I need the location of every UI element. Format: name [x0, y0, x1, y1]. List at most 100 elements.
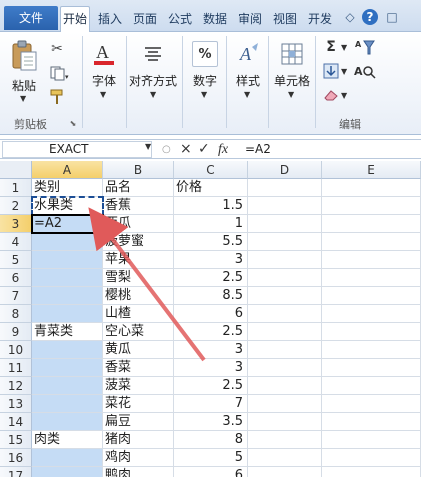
row-header-10[interactable]: 10	[0, 341, 32, 359]
column-header-a[interactable]: A	[32, 161, 103, 179]
column-header-e[interactable]: E	[322, 161, 421, 179]
alignment-dropdown-icon[interactable]: ▼	[150, 90, 156, 99]
cell-c5[interactable]: 3	[174, 251, 248, 269]
cell-b16[interactable]: 鸡肉	[103, 449, 174, 467]
cell-e2[interactable]	[322, 197, 421, 215]
cell-c15[interactable]: 8	[174, 431, 248, 449]
cell-d13[interactable]	[248, 395, 322, 413]
autosum-icon[interactable]: Σ	[322, 38, 340, 56]
format-painter-icon[interactable]	[48, 88, 66, 106]
styles-icon[interactable]: A	[235, 41, 261, 67]
cell-c14[interactable]: 3.5	[174, 413, 248, 431]
cell-d12[interactable]	[248, 377, 322, 395]
copy-icon[interactable]: ▾	[48, 64, 70, 82]
font-dropdown-icon[interactable]: ▼	[100, 90, 106, 99]
insert-function-icon[interactable]: fx	[218, 141, 228, 158]
tab-review[interactable]: 审阅	[235, 8, 265, 30]
cell-b15[interactable]: 猪肉	[103, 431, 174, 449]
cell-b11[interactable]: 香菜	[103, 359, 174, 377]
cell-d11[interactable]	[248, 359, 322, 377]
cell-a6[interactable]	[32, 269, 103, 287]
cells-icon[interactable]	[279, 41, 305, 67]
styles-button[interactable]: 样式	[233, 72, 263, 89]
row-header-7[interactable]: 7	[0, 287, 32, 305]
cell-a2[interactable]: 水果类	[32, 197, 103, 215]
cell-e5[interactable]	[322, 251, 421, 269]
styles-dropdown-icon[interactable]: ▼	[244, 90, 250, 99]
cell-c9[interactable]: 2.5	[174, 323, 248, 341]
cell-e16[interactable]	[322, 449, 421, 467]
cell-e13[interactable]	[322, 395, 421, 413]
row-header-3[interactable]: 3	[0, 215, 32, 233]
cells-button[interactable]: 单元格	[271, 72, 313, 89]
cell-c3[interactable]: 1	[174, 215, 248, 233]
cell-a12[interactable]	[32, 377, 103, 395]
number-format-icon[interactable]: %	[192, 41, 218, 67]
row-header-4[interactable]: 4	[0, 233, 32, 251]
alignment-icon[interactable]	[141, 42, 165, 66]
cell-b17[interactable]: 鸭肉	[103, 467, 174, 477]
cell-e6[interactable]	[322, 269, 421, 287]
cell-c1[interactable]: 价格	[174, 179, 248, 197]
fill-icon[interactable]	[322, 62, 340, 80]
cell-a13[interactable]	[32, 395, 103, 413]
formula-bar-resize-icon[interactable]: ○	[162, 141, 171, 158]
cell-d16[interactable]	[248, 449, 322, 467]
column-header-d[interactable]: D	[248, 161, 322, 179]
cell-e10[interactable]	[322, 341, 421, 359]
row-header-17[interactable]: 17	[0, 467, 32, 477]
column-header-b[interactable]: B	[103, 161, 174, 179]
cell-d5[interactable]	[248, 251, 322, 269]
cell-e8[interactable]	[322, 305, 421, 323]
tab-page-layout[interactable]: 页面	[130, 8, 160, 30]
sort-filter-icon[interactable]: A	[354, 38, 376, 58]
cell-d6[interactable]	[248, 269, 322, 287]
tab-data[interactable]: 数据	[200, 8, 230, 30]
minimize-ribbon-icon[interactable]: ◇	[342, 9, 358, 25]
row-header-9[interactable]: 9	[0, 323, 32, 341]
cell-c7[interactable]: 8.5	[174, 287, 248, 305]
cancel-icon[interactable]: ×	[180, 141, 192, 158]
cell-c10[interactable]: 3	[174, 341, 248, 359]
cell-c11[interactable]: 3	[174, 359, 248, 377]
cell-d10[interactable]	[248, 341, 322, 359]
cell-e1[interactable]	[322, 179, 421, 197]
row-header-15[interactable]: 15	[0, 431, 32, 449]
tab-insert[interactable]: 插入	[95, 8, 125, 30]
cell-b8[interactable]: 山楂	[103, 305, 174, 323]
formula-input[interactable]: =A2	[245, 141, 271, 158]
cell-b14[interactable]: 扁豆	[103, 413, 174, 431]
cell-e4[interactable]	[322, 233, 421, 251]
row-header-11[interactable]: 11	[0, 359, 32, 377]
cell-b10[interactable]: 黄瓜	[103, 341, 174, 359]
row-header-2[interactable]: 2	[0, 197, 32, 215]
select-all-corner[interactable]	[0, 161, 32, 179]
cell-c17[interactable]: 6	[174, 467, 248, 477]
cell-b7[interactable]: 樱桃	[103, 287, 174, 305]
alignment-button[interactable]: 对齐方式	[128, 72, 178, 89]
cell-e12[interactable]	[322, 377, 421, 395]
cell-c4[interactable]: 5.5	[174, 233, 248, 251]
cell-e17[interactable]	[322, 467, 421, 477]
name-box[interactable]: EXACT	[2, 141, 152, 158]
cell-b6[interactable]: 雪梨	[103, 269, 174, 287]
cell-a14[interactable]	[32, 413, 103, 431]
cell-d17[interactable]	[248, 467, 322, 477]
row-header-16[interactable]: 16	[0, 449, 32, 467]
name-box-dropdown-icon[interactable]: ▼	[145, 142, 151, 151]
cell-d7[interactable]	[248, 287, 322, 305]
cell-d1[interactable]	[248, 179, 322, 197]
cell-a10[interactable]	[32, 341, 103, 359]
cell-b5[interactable]: 苹果	[103, 251, 174, 269]
cell-d8[interactable]	[248, 305, 322, 323]
paste-button[interactable]: 粘贴	[10, 77, 38, 94]
cell-a11[interactable]	[32, 359, 103, 377]
cell-b13[interactable]: 菜花	[103, 395, 174, 413]
cell-e11[interactable]	[322, 359, 421, 377]
column-header-c[interactable]: C	[174, 161, 248, 179]
font-button[interactable]: 字体	[90, 72, 118, 89]
tab-home[interactable]: 开始	[60, 6, 90, 33]
cell-e14[interactable]	[322, 413, 421, 431]
help-icon[interactable]: ?	[362, 9, 378, 25]
clear-dropdown-icon[interactable]: ▼	[341, 91, 347, 100]
